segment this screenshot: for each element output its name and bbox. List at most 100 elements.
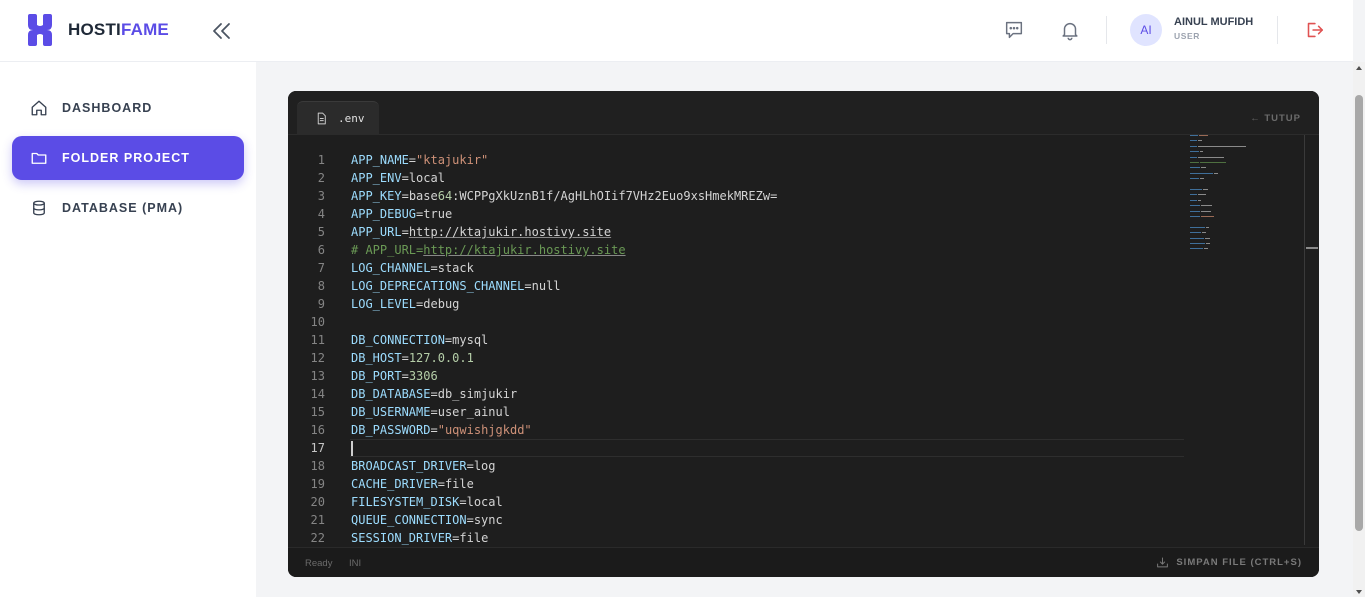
minimap-line [1190, 162, 1199, 163]
minimap-line [1202, 232, 1207, 234]
code-line[interactable]: 19 CACHE_DRIVER=file [288, 475, 1188, 493]
code-line[interactable]: 15 DB_USERNAME=user_ainul [288, 403, 1188, 421]
minimap-line [1197, 145, 1247, 147]
save-label: SIMPAN FILE (CTRL+S) [1176, 557, 1302, 568]
code-line[interactable]: 3 APP_KEY=base64:WCPPgXkUznB1f/AgHLhOIif7… [288, 187, 1188, 205]
collapse-sidebar-icon[interactable] [210, 19, 234, 43]
line-text: APP_KEY=base64:WCPPgXkUznB1f/AgHLhOIif7V… [351, 189, 778, 203]
line-text: DB_DATABASE=db_simjukir [351, 387, 518, 401]
code-line[interactable]: 14 DB_DATABASE=db_simjukir [288, 385, 1188, 403]
sidebar-item-label: DASHBOARD [62, 101, 153, 115]
code-line[interactable]: 8 LOG_DEPRECATIONS_CHANNEL=null [288, 277, 1188, 295]
page-scrollbar[interactable] [1353, 62, 1365, 597]
line-text: # APP_URL=http://ktajukir.hostivy.site [351, 243, 626, 257]
line-text: QUEUE_CONNECTION=sync [351, 513, 503, 527]
code-line[interactable]: 1 APP_NAME="ktajukir" [288, 151, 1188, 169]
minimap-line [1190, 145, 1197, 147]
code-line[interactable]: 6 # APP_URL=http://ktajukir.hostivy.site [288, 241, 1188, 259]
code-line[interactable]: 9 LOG_LEVEL=debug [288, 295, 1188, 313]
line-text: CACHE_DRIVER=file [351, 477, 474, 491]
line-number: 1 [317, 153, 325, 167]
line-number: 14 [310, 387, 325, 401]
minimap[interactable] [1190, 135, 1290, 265]
minimap-line [1190, 178, 1199, 180]
line-number: 20 [310, 495, 325, 509]
line-number: 2 [317, 171, 325, 185]
minimap-line [1199, 178, 1205, 180]
minimap-line [1190, 205, 1201, 207]
line-number: 3 [317, 189, 325, 203]
line-text: DB_PASSWORD="uqwishjgkdd" [351, 423, 532, 437]
sidebar-item-folder-project[interactable]: FOLDER PROJECT [12, 136, 244, 180]
brand-name: HOSTIFAME [68, 20, 169, 40]
close-editor-button[interactable]: ← TUTUP [1250, 113, 1301, 124]
minimap-line [1197, 140, 1203, 142]
minimap-line [1190, 199, 1197, 201]
line-number: 7 [317, 261, 325, 275]
code-line[interactable]: 17 [288, 439, 1188, 457]
editor-tabbar: .env ← TUTUP [288, 91, 1319, 135]
code-line[interactable]: 4 APP_DEBUG=true [288, 205, 1188, 223]
scroll-up-icon[interactable] [1356, 66, 1362, 70]
line-number: 12 [310, 351, 325, 365]
bell-icon[interactable] [1059, 19, 1081, 41]
minimap-line [1190, 189, 1203, 190]
line-number: 21 [310, 513, 325, 527]
tab-env[interactable]: .env [297, 101, 379, 135]
minimap-line [1201, 210, 1211, 212]
code-line[interactable]: 11 DB_CONNECTION=mysql [288, 331, 1188, 349]
scroll-thumb[interactable] [1355, 95, 1363, 531]
line-number: 15 [310, 405, 325, 419]
code-line[interactable]: 22 SESSION_DRIVER=file [288, 529, 1188, 547]
line-text: DB_PORT=3306 [351, 369, 438, 383]
code-line[interactable]: 12 DB_HOST=127.0.0.1 [288, 349, 1188, 367]
line-text: LOG_CHANNEL=stack [351, 261, 474, 275]
minimap-line [1190, 216, 1201, 217]
minimap-line [1205, 237, 1210, 239]
minimap-line [1190, 156, 1197, 158]
code-line[interactable]: 10 [288, 313, 1188, 331]
line-number: 16 [310, 423, 325, 437]
minimap-line [1197, 156, 1225, 158]
minimap-line [1190, 243, 1206, 244]
file-icon [317, 112, 326, 125]
header-divider [1277, 16, 1278, 44]
code-line[interactable]: 16 DB_PASSWORD="uqwishjgkdd" [288, 421, 1188, 439]
code-area[interactable]: 1 APP_NAME="ktajukir" 2 APP_ENV=local 3 APP_K… [288, 151, 1188, 547]
message-icon[interactable] [1003, 19, 1025, 41]
code-line[interactable]: 18 BROADCAST_DRIVER=log [288, 457, 1188, 475]
line-number: 5 [317, 225, 325, 239]
line-number: 18 [310, 459, 325, 473]
editor-scroll-position [1306, 247, 1318, 249]
scroll-down-icon[interactable] [1356, 590, 1362, 594]
line-text: APP_NAME="ktajukir" [351, 153, 489, 167]
code-line[interactable]: 2 APP_ENV=local [288, 169, 1188, 187]
code-line[interactable]: 13 DB_PORT=3306 [288, 367, 1188, 385]
code-line[interactable]: 21 QUEUE_CONNECTION=sync [288, 511, 1188, 529]
sidebar-item-database[interactable]: DATABASE (PMA) [12, 186, 244, 230]
line-number: 10 [310, 315, 325, 329]
line-text: APP_URL=http://ktajukir.hostivy.site [351, 225, 612, 239]
line-number: 6 [317, 243, 325, 257]
line-number: 22 [310, 531, 325, 545]
editor-scrollbar-track[interactable] [1304, 135, 1305, 545]
logout-icon[interactable] [1303, 19, 1325, 41]
code-line[interactable]: 20 FILESYSTEM_DISK=local [288, 493, 1188, 511]
line-number: 13 [310, 369, 325, 383]
code-line[interactable]: 5 APP_URL=http://ktajukir.hostivy.site [288, 223, 1188, 241]
minimap-line [1199, 151, 1204, 153]
code-line[interactable]: 7 LOG_CHANNEL=stack [288, 259, 1188, 277]
sidebar-item-dashboard[interactable]: DASHBOARD [12, 86, 244, 130]
save-file-button[interactable]: SIMPAN FILE (CTRL+S) [1156, 556, 1302, 569]
minimap-line [1203, 189, 1209, 190]
minimap-line [1190, 237, 1205, 239]
save-icon [1157, 557, 1169, 568]
line-number: 11 [310, 333, 325, 347]
avatar[interactable]: AI [1130, 14, 1162, 46]
line-number: 8 [317, 279, 325, 293]
minimap-line [1201, 205, 1212, 207]
logo[interactable]: HOSTIFAME [26, 14, 169, 46]
folder-icon [31, 152, 47, 164]
line-number: 9 [317, 297, 325, 311]
line-number: 19 [310, 477, 325, 491]
